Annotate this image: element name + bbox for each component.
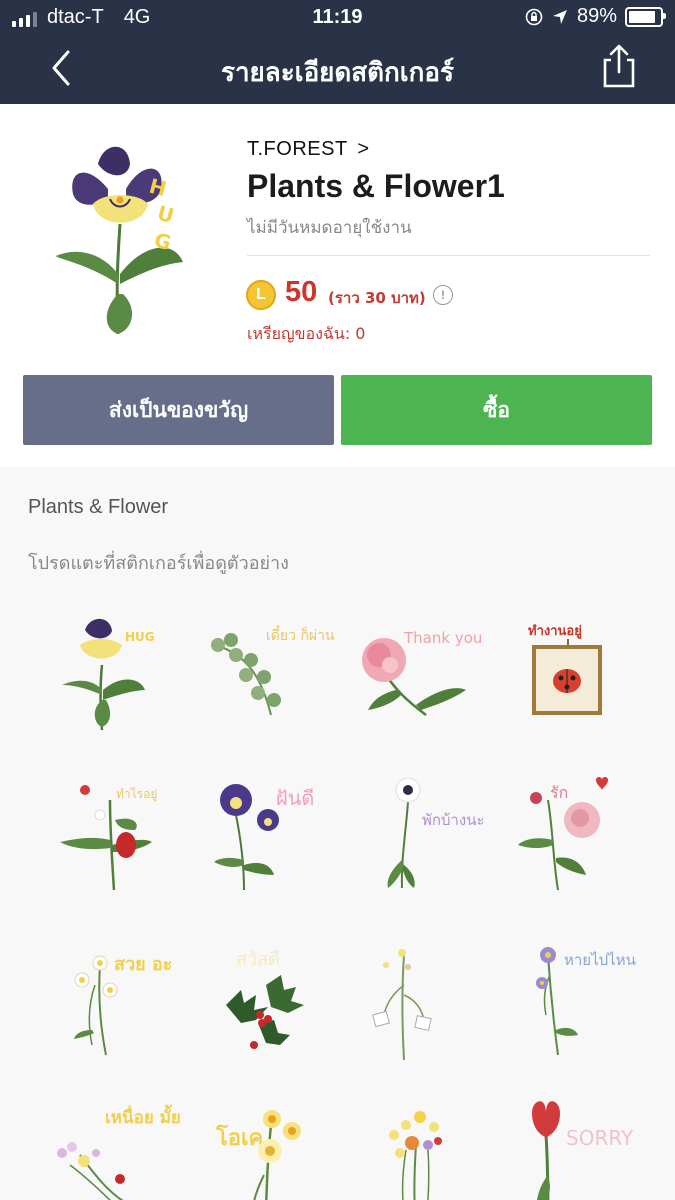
pansy-flower-icon: H U G [56,146,183,335]
sticker-item[interactable]: ทำงานอยู่ [498,605,638,745]
anemone-sticker-icon: พักบ้างนะ [387,777,485,889]
expiry-text: ไม่มีวันหมดอายุใช้งาน [247,218,412,238]
sticker-item[interactable]: เหนื่อย มั้ย [40,1095,181,1200]
location-icon [552,9,567,24]
sticker-item[interactable]: Thank you [346,605,486,745]
sticker-section-title: Plants & Flower [28,496,169,518]
chevron-right-icon: > [357,138,370,160]
sticker-caption: ฝันดี [276,786,314,810]
daisy-sticker-icon: สวย อะ [74,954,172,1056]
sticker-item[interactable]: สวย อะ [40,935,180,1075]
info-icon[interactable]: ! [433,285,453,305]
sticker-caption: HUG [125,630,155,644]
share-icon [603,44,635,88]
sticker-caption: Thank you [403,629,482,647]
sticker-caption: ทำไรอยู่ [116,787,157,802]
sticker-caption: SORRY [566,1126,634,1150]
sticker-item[interactable] [346,1095,486,1200]
narcissus-sticker-icon: โอเค [215,1110,301,1200]
sticker-item[interactable]: สวัสดี [196,935,336,1075]
sticker-item[interactable]: เดี๋ยว ก็ผ่าน ไป [196,605,355,745]
my-coins-balance: เหรียญของฉัน: 0 [247,324,366,343]
sticker-item[interactable]: พักบ้างนะ [346,770,486,910]
sticker-caption: เดี๋ยว ก็ผ่าน ไป [266,625,336,644]
sticker-caption: เหนื่อย มั้ย [105,1104,180,1128]
sticker-item[interactable]: SORRY [498,1095,638,1200]
sticker-caption: สวัสดี [236,949,280,970]
sticker-pack-title: Plants & Flower1 [247,168,505,204]
sticker-item[interactable]: ทำไรอยู่ [40,770,180,910]
divider [247,255,650,256]
send-as-gift-button[interactable]: ส่งเป็นของขวัญ [23,375,334,445]
ladybug-frame-sticker-icon: ทำงานอยู่ [528,623,602,715]
eucalyptus-sticker-icon: เดี๋ยว ก็ผ่าน ไป [211,625,355,716]
svg-text:U: U [155,201,177,228]
sticker-caption: โอเค [215,1124,263,1151]
sticker-caption: สวย อะ [114,954,172,975]
preview-hint: โปรดแตะที่สติกเกอร์เพื่อดูตัวอย่าง [28,553,289,574]
author-name: T.FOREST [247,138,348,160]
pansy-sticker-icon: HUG [62,618,155,731]
holly-sticker-icon: สวัสดี [226,949,304,1049]
buy-button[interactable]: ซื้อ [341,375,652,445]
sticker-item[interactable]: รัก [498,770,638,910]
orientation-lock-icon [525,8,543,25]
price-approx: (ราว 30 บาท) [328,289,426,307]
sticker-item[interactable]: ฝันดี [196,770,336,910]
sticker-item[interactable]: หายไปไหน [498,935,638,1075]
main-sticker-image[interactable]: H U G [48,134,198,339]
sticker-caption: พักบ้างนะ [422,811,485,829]
strawberry-sticker-icon: ทำไรอยู่ [60,785,157,891]
page-title: รายละเอียดสติกเกอร์ [220,58,455,88]
peony-sticker-icon: Thank you [362,629,482,716]
sticker-detail-header: H U G T.FOREST > Plants & Flower1 ไม่มีว… [0,104,675,467]
navigation-bar: รายละเอียดสติกเกอร์ [0,34,675,104]
sticker-caption: ทำงานอยู่ [528,623,582,639]
share-button[interactable] [599,44,639,90]
bouquet-sticker-icon: เหนื่อย มั้ย [57,1104,181,1200]
sticker-caption: รัก [550,783,568,802]
sticker-grid: HUG เดี๋ยว ก็ผ่าน ไป Thank you ทำงานอยู่ [0,590,675,1200]
tulip-sticker-icon: SORRY [532,1101,634,1200]
aster-sticker-icon: หายไปไหน [536,947,636,1056]
wildflower-sticker-icon [372,949,432,1061]
sticker-item[interactable] [346,935,486,1075]
mixed-bouquet-sticker-icon [389,1111,442,1200]
author-link[interactable]: T.FOREST > [247,138,370,161]
sticker-item[interactable]: โอเค [196,1095,336,1200]
battery-icon [625,6,666,27]
violet-sticker-icon: ฝันดี [214,784,314,891]
sticker-caption: หายไปไหน [564,951,636,969]
status-bar: dtac-T 4G 11:19 89% [0,0,675,34]
status-right: 89% [525,5,666,28]
battery-percent: 89% [576,5,617,27]
sticker-item[interactable]: HUG [40,605,180,745]
price-value: 50 [285,276,318,308]
line-coin-icon: L [246,280,276,310]
rose-sticker-icon: รัก [518,777,608,891]
